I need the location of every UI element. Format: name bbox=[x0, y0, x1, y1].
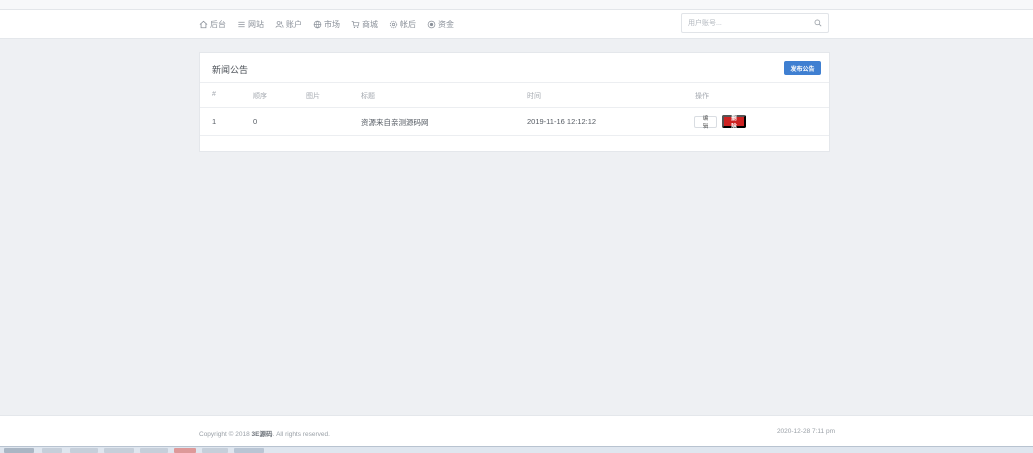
browser-top-strip bbox=[0, 0, 1033, 10]
nav-item-label: 资金 bbox=[438, 19, 454, 29]
cell-title: 资源来自亲测源码网 bbox=[361, 118, 429, 127]
nav-item-backend[interactable]: 后台 bbox=[199, 19, 226, 30]
column-header-index: # bbox=[212, 91, 216, 98]
cell-time: 2019-11-16 12:12:12 bbox=[527, 117, 597, 126]
coin-icon bbox=[427, 20, 436, 28]
start-button[interactable] bbox=[4, 448, 34, 453]
search-icon[interactable] bbox=[814, 19, 822, 27]
nav-item-label: 商城 bbox=[362, 19, 378, 29]
taskbar-app[interactable] bbox=[174, 448, 196, 453]
nav-item-label: 网站 bbox=[248, 19, 264, 29]
copyright-suffix: . All rights reserved. bbox=[272, 431, 330, 438]
column-header-image: 图片 bbox=[306, 93, 320, 100]
column-header-time: 时间 bbox=[527, 93, 541, 100]
globe-icon bbox=[313, 20, 322, 28]
search-box bbox=[681, 13, 829, 33]
nav-item-label: 账户 bbox=[286, 19, 302, 29]
column-header-title: 标题 bbox=[361, 93, 375, 100]
column-header-order: 顺序 bbox=[253, 93, 267, 100]
delete-button[interactable]: 删除 bbox=[722, 115, 746, 130]
nav-item-website[interactable]: 网站 bbox=[237, 19, 264, 30]
edit-button[interactable]: 编辑 bbox=[694, 116, 717, 130]
page-footer: Copyright © 2018 3E源码. All rights reserv… bbox=[0, 415, 1033, 447]
panel-header: 新闻公告 发布公告 bbox=[200, 53, 829, 83]
users-icon bbox=[275, 20, 284, 28]
copyright-prefix: Copyright © 2018 bbox=[199, 431, 250, 438]
taskbar-app[interactable] bbox=[234, 448, 264, 453]
nav-item-label: 帐后 bbox=[400, 19, 416, 29]
main-nav: 后台 网站 账户 市场 商城 帐后 资金 bbox=[199, 10, 465, 38]
taskbar-app[interactable] bbox=[42, 448, 62, 453]
nav-item-settings[interactable]: 帐后 bbox=[389, 19, 416, 30]
cell-index: 1 bbox=[212, 117, 217, 126]
taskbar-app[interactable] bbox=[104, 448, 134, 453]
nav-item-account[interactable]: 账户 bbox=[275, 19, 302, 30]
taskbar-app[interactable] bbox=[70, 448, 98, 453]
nav-item-label: 市场 bbox=[324, 19, 340, 29]
table-row: 1 0 资源来自亲测源码网 2019-11-16 12:12:12 编辑 删除 bbox=[200, 108, 829, 136]
panel-title: 新闻公告 bbox=[212, 65, 249, 75]
nav-item-shop[interactable]: 商城 bbox=[351, 19, 378, 30]
cell-order: 0 bbox=[253, 117, 258, 126]
taskbar-app[interactable] bbox=[202, 448, 228, 453]
nav-item-market[interactable]: 市场 bbox=[313, 19, 340, 30]
table-header: # 顺序 图片 标题 时间 操作 bbox=[200, 83, 829, 108]
publish-announcement-button[interactable]: 发布公告 bbox=[784, 61, 821, 75]
column-header-actions: 操作 bbox=[695, 93, 709, 100]
nav-item-label: 后台 bbox=[210, 19, 226, 29]
copyright-text: Copyright © 2018 3E源码. All rights reserv… bbox=[199, 428, 330, 438]
home-icon bbox=[199, 20, 208, 28]
cart-icon bbox=[351, 20, 360, 28]
top-navbar: 后台 网站 账户 市场 商城 帐后 资金 bbox=[0, 10, 1033, 39]
news-panel: 新闻公告 发布公告 # 顺序 图片 标题 时间 操作 1 0 资源来自亲测源码网… bbox=[199, 52, 830, 152]
search-input[interactable] bbox=[688, 14, 808, 32]
list-icon bbox=[238, 21, 245, 27]
gear-icon bbox=[389, 20, 398, 28]
footer-brand: 3E源码 bbox=[251, 431, 273, 438]
taskbar-app[interactable] bbox=[140, 448, 168, 453]
nav-item-funds[interactable]: 资金 bbox=[427, 19, 454, 30]
footer-datetime: 2020-12-28 7:11 pm bbox=[776, 428, 835, 435]
